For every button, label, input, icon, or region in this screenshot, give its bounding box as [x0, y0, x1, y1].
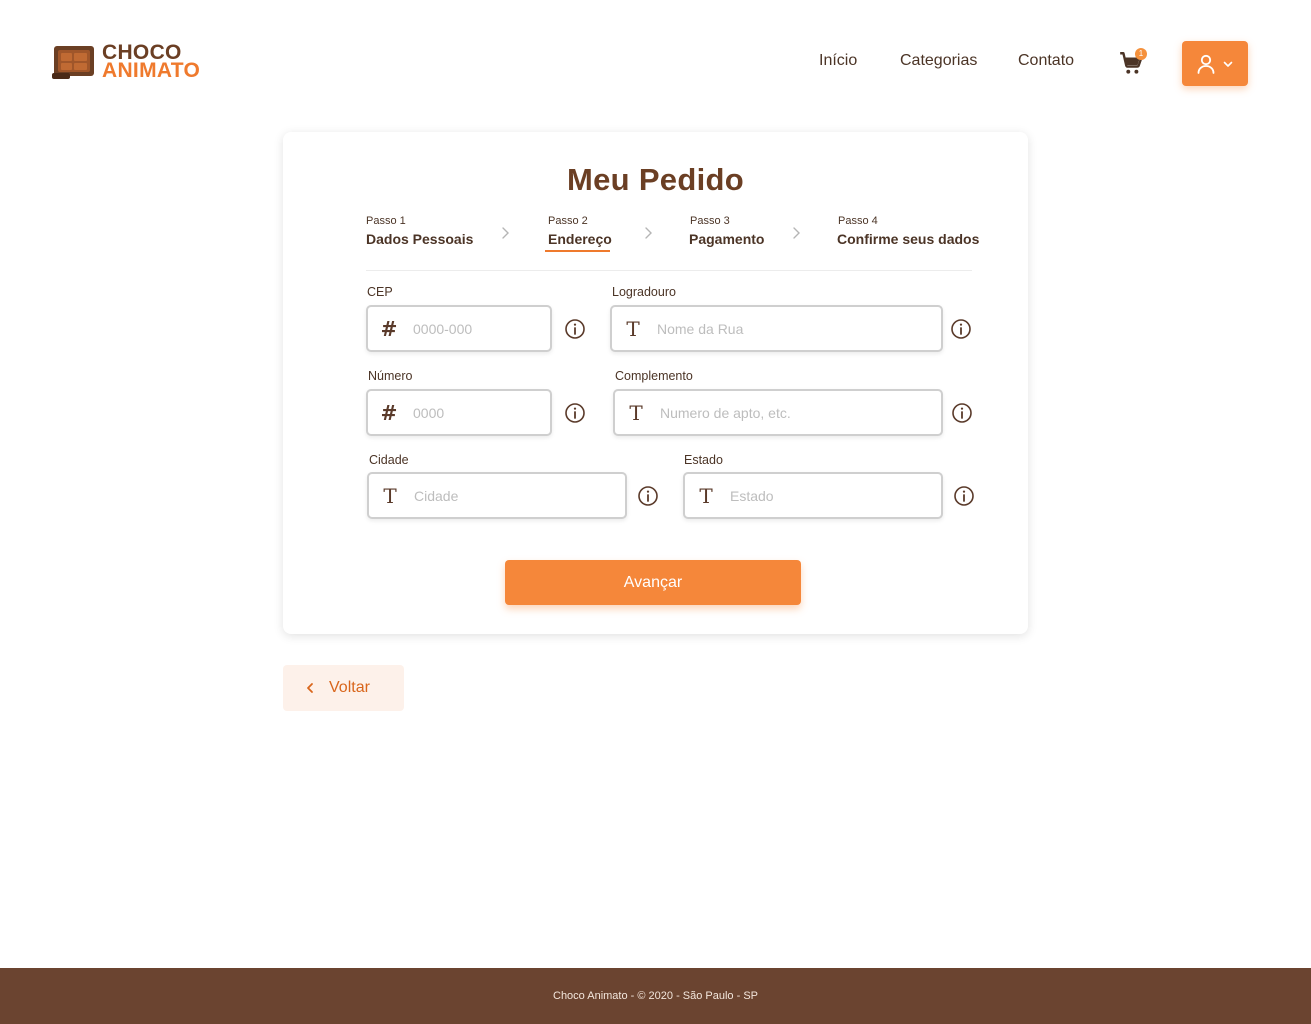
- chevron-right-icon: [645, 227, 652, 239]
- step-1-number: Passo 1: [366, 215, 406, 227]
- info-icon[interactable]: [637, 485, 659, 507]
- chevron-right-icon: [793, 227, 800, 239]
- cart-button[interactable]: 1: [1118, 48, 1147, 78]
- chocolate-bar-logo-icon: [52, 46, 94, 79]
- complemento-field[interactable]: T: [613, 389, 943, 436]
- logradouro-field[interactable]: T: [610, 305, 943, 352]
- chevron-right-icon: [502, 227, 509, 239]
- text-icon: T: [699, 483, 713, 508]
- steps-divider: [366, 270, 972, 271]
- text-icon: T: [383, 483, 397, 508]
- estado-input[interactable]: [730, 487, 910, 504]
- info-icon[interactable]: [951, 402, 973, 424]
- step-3-label[interactable]: Pagamento: [689, 231, 764, 247]
- cep-field[interactable]: #: [366, 305, 552, 352]
- step-4-label[interactable]: Confirme seus dados: [837, 231, 979, 247]
- numero-label: Número: [368, 369, 413, 383]
- logradouro-input[interactable]: [657, 320, 888, 337]
- cep-input[interactable]: [413, 320, 541, 337]
- info-icon[interactable]: [953, 485, 975, 507]
- chevron-left-icon: [307, 683, 313, 693]
- step-1-label[interactable]: Dados Pessoais: [366, 231, 473, 247]
- numero-field[interactable]: #: [366, 389, 552, 436]
- step-3-number: Passo 3: [690, 215, 730, 227]
- user-menu-button[interactable]: [1182, 41, 1248, 86]
- step-2-label[interactable]: Endereço: [548, 231, 612, 247]
- chevron-down-icon: [1223, 61, 1233, 67]
- cep-label: CEP: [367, 285, 393, 299]
- info-icon[interactable]: [564, 318, 586, 340]
- logradouro-label: Logradouro: [612, 285, 676, 299]
- footer: Choco Animato - © 2020 - São Paulo - SP: [0, 968, 1311, 1024]
- cart-count-badge: 1: [1135, 48, 1147, 60]
- advance-button[interactable]: Avançar: [505, 560, 801, 605]
- nav-contato[interactable]: Contato: [1018, 52, 1074, 76]
- hash-icon: #: [380, 316, 398, 341]
- nav-categorias[interactable]: Categorias: [900, 52, 977, 76]
- brand-logo[interactable]: CHOCO ANIMATO: [52, 42, 200, 82]
- user-icon: [1197, 54, 1215, 74]
- info-icon[interactable]: [564, 402, 586, 424]
- complemento-input[interactable]: [660, 404, 889, 421]
- cidade-input[interactable]: [414, 487, 594, 504]
- step-2-number: Passo 2: [548, 215, 588, 227]
- text-icon: T: [626, 316, 640, 341]
- estado-label: Estado: [684, 453, 723, 467]
- page-title: Meu Pedido: [567, 162, 744, 197]
- cidade-label: Cidade: [369, 453, 409, 467]
- brand-line-2: ANIMATO: [102, 59, 201, 82]
- back-button[interactable]: Voltar: [283, 665, 404, 711]
- hash-icon: #: [380, 400, 398, 425]
- back-label: Voltar: [329, 679, 370, 696]
- order-card: [283, 132, 1028, 634]
- numero-input[interactable]: [413, 404, 541, 421]
- complemento-label: Complemento: [615, 369, 693, 383]
- active-step-indicator: [545, 250, 610, 252]
- footer-text: Choco Animato - © 2020 - São Paulo - SP: [553, 990, 758, 1002]
- brand-name: CHOCO ANIMATO: [102, 42, 201, 82]
- step-4-number: Passo 4: [838, 215, 878, 227]
- info-icon[interactable]: [950, 318, 972, 340]
- estado-field[interactable]: T: [683, 472, 943, 519]
- cidade-field[interactable]: T: [367, 472, 627, 519]
- text-icon: T: [629, 400, 643, 425]
- nav-inicio[interactable]: Início: [819, 52, 857, 76]
